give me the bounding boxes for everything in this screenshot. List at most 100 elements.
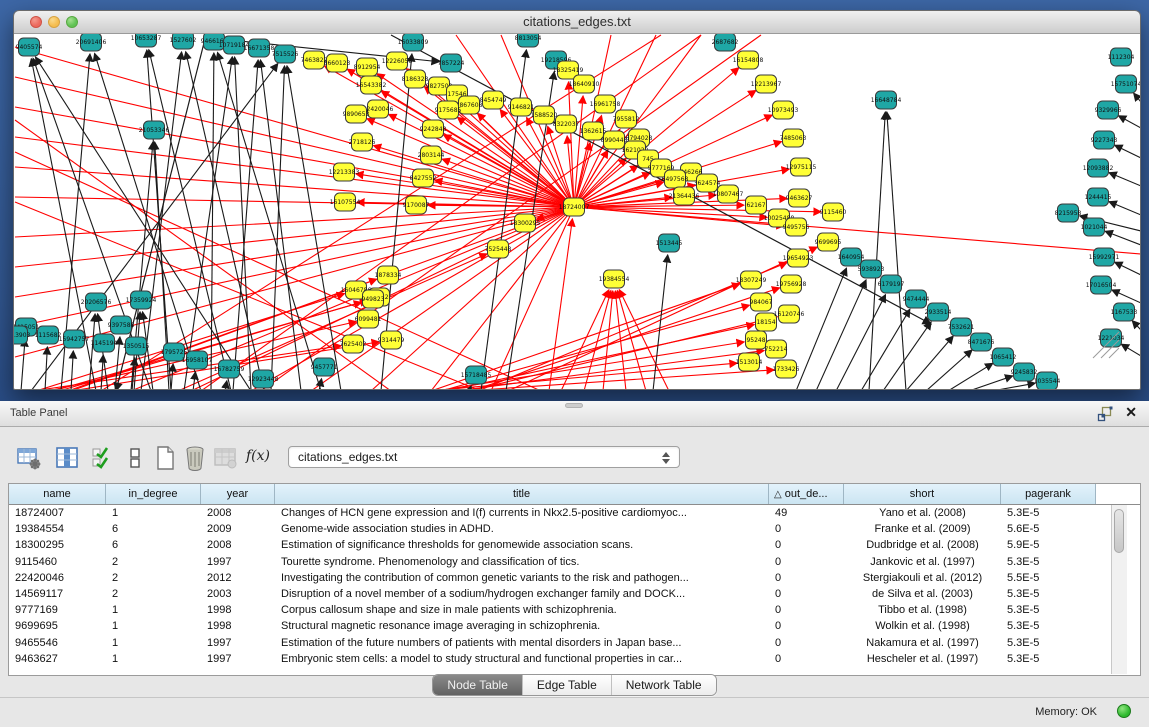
graph-edge[interactable] — [948, 363, 993, 390]
graph-node[interactable]: 95248 — [746, 331, 767, 349]
graph-edge[interactable] — [71, 351, 73, 390]
column-header-name[interactable]: name — [9, 484, 106, 504]
graph-node[interactable]: 20206576 — [81, 293, 112, 311]
column-header-pagerank[interactable]: pagerank — [1001, 484, 1096, 504]
graph-edge[interactable] — [569, 82, 574, 207]
graph-node[interactable]: 9890653 — [343, 105, 370, 123]
canvas-resize-grip[interactable] — [1109, 348, 1119, 358]
graph-node[interactable]: 15992971 — [1089, 248, 1120, 266]
graph-node[interactable]: 6099481 — [355, 310, 382, 328]
graph-edge[interactable] — [869, 112, 885, 390]
graph-edge[interactable] — [992, 383, 1035, 390]
table-row[interactable]: 1938455462009Genome-wide association stu… — [9, 521, 1140, 537]
graph-node[interactable]: 7515526 — [272, 45, 299, 63]
memory-ok-indicator[interactable] — [1117, 704, 1131, 718]
graph-node[interactable]: 8813054 — [515, 34, 542, 47]
column-visibility-icon[interactable] — [54, 445, 80, 471]
new-table-icon[interactable] — [152, 445, 178, 471]
graph-edge[interactable] — [260, 60, 301, 390]
graph-node[interactable]: 16648784 — [871, 91, 902, 109]
graph-node[interactable]: 12093882 — [1083, 159, 1114, 177]
row-height-icon[interactable] — [122, 445, 148, 471]
graph-edge[interactable] — [1105, 231, 1141, 245]
tab-edge-table[interactable]: Edge Table — [522, 675, 611, 695]
graph-node[interactable]: 1021044 — [1081, 218, 1108, 236]
graph-node[interactable]: 1145194 — [91, 334, 118, 352]
delete-table-icon[interactable] — [182, 445, 208, 471]
graph-node[interactable]: 2933514 — [925, 303, 952, 321]
citation-graph[interactable]: 1872400719384554183002959405574206914061… — [14, 34, 1141, 390]
table-row[interactable]: 911546021997Tourette syndrome. Phenomeno… — [9, 554, 1140, 570]
graph-node[interactable]: 15751074 — [1111, 75, 1141, 93]
graph-edge[interactable] — [861, 309, 910, 390]
graph-node[interactable]: 8660123 — [324, 54, 351, 72]
graph-node[interactable]: 9227343 — [1091, 131, 1118, 149]
graph-node[interactable]: 19756928 — [776, 275, 807, 293]
table-scrollbar[interactable] — [1111, 505, 1127, 674]
graph-node[interactable]: 16154808 — [733, 51, 764, 69]
graph-node[interactable]: 17359924 — [126, 291, 157, 309]
graph-edge[interactable] — [1112, 290, 1141, 303]
graph-edge[interactable] — [15, 47, 574, 207]
graph-edge[interactable] — [836, 295, 886, 390]
graph-node[interactable]: 7485063 — [780, 129, 807, 147]
graph-node[interactable]: 17016504 — [1086, 276, 1117, 294]
graph-node[interactable]: 7525448 — [485, 240, 512, 258]
graph-node[interactable]: 1112304 — [1108, 48, 1135, 66]
graph-edge[interactable] — [1119, 116, 1141, 128]
graph-node[interactable]: 9329966 — [1095, 101, 1122, 119]
graph-edge[interactable] — [21, 339, 25, 390]
column-header-year[interactable]: year — [201, 484, 275, 504]
graph-node[interactable]: 62167 — [746, 196, 767, 214]
graph-edge[interactable] — [225, 381, 227, 390]
graph-node[interactable]: 949823 — [362, 290, 385, 308]
graph-node[interactable]: 12923448 — [248, 370, 279, 388]
graph-edge[interactable] — [89, 314, 95, 390]
graph-node[interactable]: 1221034 — [1098, 329, 1125, 347]
graph-node[interactable]: 9699695 — [815, 233, 842, 251]
graph-node[interactable]: 16120746 — [774, 305, 805, 323]
graph-edge[interactable] — [926, 350, 972, 390]
network-view-canvas[interactable]: 1872400719384554183002959405574206914061… — [14, 34, 1141, 390]
graph-node[interactable]: 2687682 — [712, 34, 739, 51]
graph-edge[interactable] — [45, 347, 47, 390]
graph-node[interactable]: 21053346 — [139, 121, 170, 139]
graph-node[interactable]: 8454749 — [480, 91, 507, 109]
table-row[interactable]: 1872400712008Changes of HCN gene express… — [9, 505, 1140, 521]
graph-node[interactable]: 19654923 — [783, 249, 814, 267]
graph-node[interactable]: 1733426 — [773, 360, 800, 378]
table-row[interactable]: 1830029562008Estimation of significance … — [9, 537, 1140, 553]
table-row[interactable]: 1456911722003Disruption of a novel membe… — [9, 586, 1140, 602]
graph-node[interactable]: 6179197 — [878, 275, 905, 293]
table-row[interactable]: 2242004622012Investigating the contribut… — [9, 570, 1140, 586]
function-builder-icon[interactable]: f(x) — [246, 448, 272, 474]
graph-node[interactable]: 7625402 — [340, 335, 367, 353]
graph-node[interactable]: 9405574 — [16, 38, 43, 56]
column-header-in_degree[interactable]: in_degree — [106, 484, 201, 504]
graph-node[interactable]: 7857224 — [438, 54, 465, 72]
graph-node[interactable]: 16107554 — [330, 193, 361, 211]
graph-node[interactable]: 5938923 — [858, 260, 885, 278]
graph-edge[interactable] — [251, 207, 574, 390]
graph-node[interactable]: 9474444 — [903, 290, 930, 308]
graph-node[interactable]: 8427552 — [410, 169, 437, 187]
graph-edge[interactable] — [15, 207, 574, 237]
graph-node[interactable]: 19384554 — [599, 270, 630, 288]
graph-node[interactable]: 1350515 — [123, 337, 150, 355]
close-panel-icon[interactable]: ✕ — [1125, 404, 1137, 421]
select-all-icon[interactable] — [90, 445, 116, 471]
graph-node[interactable]: 1513445 — [656, 234, 683, 252]
graph-edge[interactable] — [1115, 262, 1141, 275]
graph-node[interactable]: 9463627 — [786, 189, 813, 207]
float-panel-icon[interactable] — [1097, 406, 1113, 422]
graph-edge[interactable] — [377, 74, 574, 207]
window-title-bar[interactable]: citations_edges.txt — [14, 11, 1140, 34]
column-header-out_de[interactable]: △out_de... — [769, 484, 844, 504]
graph-edge[interactable] — [1115, 145, 1141, 158]
graph-edge[interactable] — [1134, 93, 1141, 102]
graph-node[interactable]: 1513014 — [736, 353, 763, 371]
graph-node[interactable]: 9457771 — [311, 358, 338, 376]
graph-edge[interactable] — [193, 372, 195, 390]
graph-node[interactable]: 9242848 — [420, 120, 447, 138]
graph-node[interactable]: 9175685 — [435, 101, 462, 119]
